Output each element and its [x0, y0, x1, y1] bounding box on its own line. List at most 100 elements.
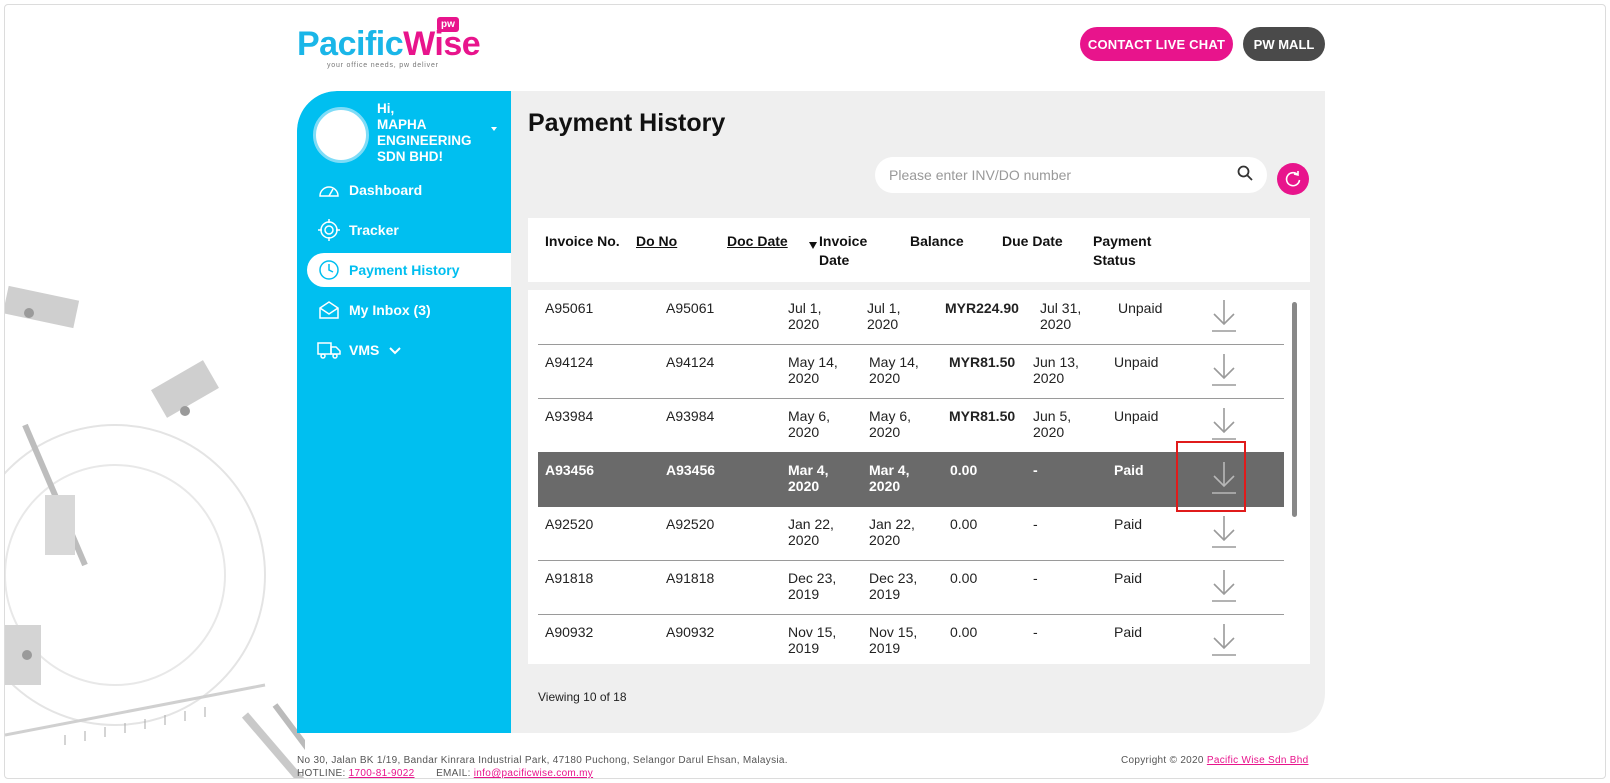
table-row[interactable]: A95061 A95061 Jul 1, 2020 Jul 1, 2020 MYR2… [538, 290, 1284, 345]
chevron-down-icon[interactable] [389, 342, 402, 358]
date-line: 2019 [869, 640, 901, 656]
user-menu-caret-icon[interactable] [491, 127, 497, 131]
download-icon[interactable] [1208, 406, 1240, 442]
cell-payment-status: Unpaid [1114, 408, 1159, 424]
avatar[interactable] [313, 107, 369, 163]
table-row-selected[interactable]: A93456 A93456 Mar 4, 2020 Mar 4, 2020 0.00… [538, 452, 1284, 507]
sidebar-item-dashboard[interactable]: Dashboard [307, 173, 511, 207]
sidebar-item-vms[interactable]: VMS [307, 333, 511, 367]
date-line: May 14, [788, 354, 838, 370]
date-line: May 6, [869, 408, 912, 424]
column-header-do-no[interactable]: Do No [636, 232, 677, 251]
cell-payment-status: Paid [1114, 462, 1144, 478]
refresh-button[interactable] [1277, 163, 1309, 195]
greeting-hi: Hi, [377, 101, 395, 116]
search-icon[interactable] [1237, 165, 1253, 186]
cell-doc-date: Nov 15, 2019 [788, 624, 836, 656]
table-row[interactable]: A94124 A94124 May 14, 2020 May 14, 2020 MY… [538, 344, 1284, 399]
column-header-balance: Balance [910, 233, 964, 249]
column-header-due-date: Due Date [1002, 233, 1063, 249]
table-header: Invoice No. Do No Doc Date Invoice Date … [528, 218, 1310, 282]
column-header-line: Status [1093, 252, 1136, 268]
footer-contact: HOTLINE: 1700-81-9022 EMAIL: info@pacifi… [297, 768, 593, 778]
target-icon [317, 218, 341, 242]
date-line: 2020 [869, 478, 901, 494]
company-link[interactable]: Pacific Wise Sdn Bhd [1207, 755, 1309, 766]
sidebar-item-my-inbox[interactable]: My Inbox (3) [307, 293, 511, 327]
download-icon[interactable] [1208, 514, 1240, 550]
cell-balance: 0.00 [950, 462, 978, 478]
cell-invoice-no: A93456 [545, 462, 595, 478]
table-row[interactable]: A90932 A90932 Nov 15, 2019 Nov 15, 2019 0.… [538, 614, 1284, 664]
sidebar-item-tracker[interactable]: Tracker [307, 213, 511, 247]
date-line: 2020 [1033, 424, 1065, 440]
download-icon[interactable] [1208, 622, 1240, 658]
cell-do-no: A92520 [666, 516, 715, 532]
cell-balance: MYR224.90 [945, 300, 1019, 316]
cell-due-date: - [1033, 570, 1038, 586]
cell-invoice-no: A94124 [545, 354, 594, 370]
cell-doc-date: Dec 23, 2019 [788, 570, 836, 602]
cell-do-no: A93984 [666, 408, 715, 424]
date-line: Nov 15, [788, 624, 837, 640]
table-row[interactable]: A91818 A91818 Dec 23, 2019 Dec 23, 2019 0.… [538, 560, 1284, 615]
date-line: 2020 [1033, 370, 1065, 386]
clock-icon [317, 258, 341, 282]
search-input[interactable] [889, 167, 1237, 183]
logo-tagline: your office needs, pw deliver [327, 62, 439, 69]
table-row[interactable]: A92520 A92520 Jan 22, 2020 Jan 22, 2020 0.… [538, 506, 1284, 561]
cell-invoice-no: A92520 [545, 516, 594, 532]
download-icon[interactable] [1208, 352, 1240, 388]
cell-due-date: - [1033, 624, 1038, 640]
truck-icon [317, 338, 341, 362]
column-header-payment-status: Payment Status [1093, 232, 1151, 270]
cell-doc-date: Jan 22, 2020 [788, 516, 834, 548]
invoice-search-box [875, 157, 1267, 193]
user-greeting[interactable]: Hi, MAPHA ENGINEERING SDN BHD! [377, 101, 487, 165]
cell-do-no: A93456 [666, 462, 716, 478]
download-icon[interactable] [1208, 298, 1240, 334]
column-header-doc-date[interactable]: Doc Date [727, 232, 788, 251]
cell-due-date: Jun 13, 2020 [1033, 354, 1079, 386]
cell-due-date: Jul 31, 2020 [1040, 300, 1081, 332]
cell-due-date: Jun 5, 2020 [1033, 408, 1071, 440]
table-scrollbar[interactable] [1292, 302, 1297, 517]
download-icon[interactable] [1208, 460, 1240, 496]
table-row[interactable]: A93984 A93984 May 6, 2020 May 6, 2020 MYR8… [538, 398, 1284, 453]
footer-copyright: Copyright © 2020 Pacific Wise Sdn Bhd [1121, 755, 1308, 766]
refresh-icon [1285, 171, 1301, 187]
cell-invoice-date: May 6, 2020 [869, 408, 911, 440]
date-line: 2019 [788, 586, 820, 602]
cell-invoice-date: Dec 23, 2019 [869, 570, 917, 602]
main-panel: Hi, MAPHA ENGINEERING SDN BHD! Dashboard… [297, 91, 1325, 733]
sidebar: Hi, MAPHA ENGINEERING SDN BHD! Dashboard… [297, 91, 511, 733]
cell-doc-date: May 6, 2020 [788, 408, 830, 440]
cell-invoice-no: A91818 [545, 570, 594, 586]
envelope-icon [317, 298, 341, 322]
column-header-line: Invoice [819, 233, 868, 249]
pw-mall-button[interactable]: PW MALL [1243, 27, 1325, 61]
download-icon[interactable] [1208, 568, 1240, 604]
cell-due-date: - [1033, 516, 1038, 532]
footer-address: No 30, Jalan BK 1/19, Bandar Kinrara Ind… [297, 755, 788, 766]
page-title: Payment History [528, 109, 726, 137]
sort-descending-icon[interactable] [809, 242, 817, 249]
column-header-line: Date [819, 252, 850, 268]
date-line: Jan 22, [869, 516, 915, 532]
date-line: May 6, [788, 408, 831, 424]
date-line: 2020 [788, 424, 820, 440]
hotline-link[interactable]: 1700-81-9022 [349, 768, 415, 778]
email-link[interactable]: info@pacificwise.com.my [474, 768, 593, 778]
sidebar-item-payment-history[interactable]: Payment History [307, 253, 511, 287]
cell-doc-date: Mar 4, 2020 [788, 462, 828, 494]
contact-live-chat-button[interactable]: CONTACT LIVE CHAT [1080, 27, 1233, 61]
payment-table-body: A95061 A95061 Jul 1, 2020 Jul 1, 2020 MYR2… [528, 290, 1310, 664]
sidebar-item-label: VMS [349, 342, 380, 358]
gauge-icon [317, 178, 341, 202]
cell-invoice-no: A90932 [545, 624, 594, 640]
cell-payment-status: Paid [1114, 624, 1143, 640]
cell-invoice-date: Jan 22, 2020 [869, 516, 915, 548]
cell-balance: 0.00 [950, 516, 978, 532]
pacificwise-logo[interactable]: PacificWise pw your office needs, pw del… [297, 17, 497, 71]
date-line: 2020 [788, 316, 820, 332]
